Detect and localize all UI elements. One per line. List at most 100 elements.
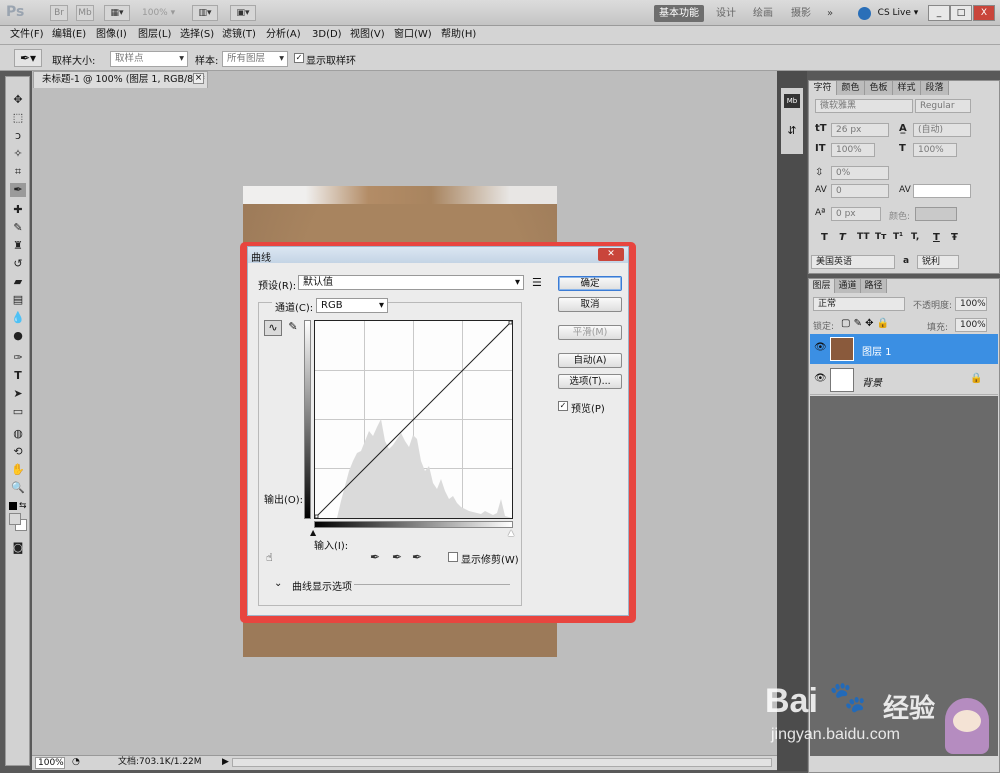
pen-tool-icon[interactable]: ✑	[10, 351, 26, 365]
dodge-tool-icon[interactable]: ●	[10, 329, 26, 343]
menu-image[interactable]: 图像(I)	[96, 28, 127, 42]
tracking-field[interactable]	[913, 184, 971, 198]
menu-analysis[interactable]: 分析(A)	[266, 28, 301, 42]
font-family-select[interactable]: 微软雅黑	[815, 99, 913, 113]
hand-tool-icon[interactable]: ✋	[10, 463, 26, 477]
tab-color[interactable]: 颜色	[837, 81, 865, 95]
on-image-adjust-icon[interactable]: ☝	[266, 551, 273, 564]
opacity-field[interactable]: 100%	[955, 297, 987, 311]
blur-tool-icon[interactable]: 💧	[10, 311, 26, 325]
tab-channels[interactable]: 通道	[835, 279, 861, 293]
menu-layer[interactable]: 图层(L)	[138, 28, 171, 42]
type-tool-icon[interactable]: T	[10, 369, 26, 383]
close-tab-icon[interactable]: ×	[193, 73, 204, 84]
close-button[interactable]: X	[973, 5, 995, 21]
black-eyedropper-icon[interactable]: ✒	[370, 550, 380, 564]
blend-mode-select[interactable]: 正常	[813, 297, 905, 311]
gradient-tool-icon[interactable]: ▤	[10, 293, 26, 307]
menu-edit[interactable]: 编辑(E)	[52, 28, 86, 42]
dialog-close-icon[interactable]: ✕	[598, 248, 624, 261]
document-tab[interactable]: 未标题-1 @ 100% (图层 1, RGB/8) * ×	[33, 71, 208, 88]
tab-swatches[interactable]: 色板	[865, 81, 893, 95]
marquee-tool-icon[interactable]: ⬚	[10, 111, 26, 125]
workspace-painting[interactable]: 绘画	[748, 5, 778, 22]
expand-options-icon[interactable]: ⌄	[274, 578, 282, 589]
horizontal-scale-field[interactable]: 100%	[913, 143, 957, 157]
minimize-button[interactable]: _	[928, 5, 950, 21]
gray-eyedropper-icon[interactable]: ✒	[392, 550, 402, 564]
healing-brush-tool-icon[interactable]: ✚	[10, 203, 26, 217]
menu-select[interactable]: 选择(S)	[180, 28, 214, 42]
eraser-tool-icon[interactable]: ▰	[10, 275, 26, 289]
mini-bridge-button[interactable]: Mb	[76, 5, 94, 21]
status-icon[interactable]: ◔	[72, 756, 80, 769]
fill-field[interactable]: 100%	[955, 318, 987, 332]
tab-layers[interactable]: 图层	[809, 279, 835, 293]
preset-options-icon[interactable]: ☰	[532, 276, 542, 289]
menu-help[interactable]: 帮助(H)	[441, 28, 476, 42]
clone-stamp-tool-icon[interactable]: ♜	[10, 239, 26, 253]
channel-select[interactable]: RGB ▾	[316, 298, 388, 313]
curve-display-options-label[interactable]: 曲线显示选项	[292, 578, 352, 593]
faux-italic-button[interactable]: T	[839, 232, 846, 243]
screen-mode-button[interactable]: ▣▾	[230, 5, 256, 21]
menu-filter[interactable]: 滤镜(T)	[222, 28, 256, 42]
menu-3d[interactable]: 3D(D)	[312, 28, 342, 42]
leading-field[interactable]: (自动)	[913, 123, 971, 137]
pencil-tool-icon[interactable]: ✎	[286, 320, 300, 336]
quick-mask-icon[interactable]: ◙	[10, 541, 26, 555]
workspace-design[interactable]: 设计	[712, 5, 740, 22]
ok-button[interactable]: 确定	[558, 276, 622, 291]
view-extras-button[interactable]: ▦▾	[104, 5, 130, 21]
superscript-button[interactable]: T¹	[893, 232, 903, 242]
text-color-swatch[interactable]	[915, 207, 957, 221]
sample-select[interactable]: 所有图层 ▾	[222, 51, 288, 67]
tab-styles[interactable]: 样式	[893, 81, 921, 95]
options-button[interactable]: 选项(T)...	[558, 374, 622, 389]
restore-button[interactable]: □	[950, 5, 972, 21]
black-point-slider[interactable]: ▲	[310, 528, 316, 537]
eye-icon[interactable]: 👁	[814, 373, 827, 384]
shape-tool-icon[interactable]: ▭	[10, 405, 26, 419]
bridge-button[interactable]: Br	[50, 5, 68, 21]
vertical-scale-field[interactable]: 100%	[831, 143, 875, 157]
brush-tool-icon[interactable]: ✎	[10, 221, 26, 235]
lock-icons[interactable]: ▢ ✎ ✥ 🔒	[841, 318, 889, 329]
workspace-essentials[interactable]: 基本功能	[654, 5, 704, 22]
foreground-color-swatch[interactable]	[9, 513, 21, 525]
anti-alias-select[interactable]: 锐利	[917, 255, 959, 269]
layer-row-1[interactable]: 👁 图层 1	[810, 334, 998, 364]
tab-paragraph[interactable]: 段落	[921, 81, 949, 95]
path-selection-tool-icon[interactable]: ➤	[10, 387, 26, 401]
baseline-shift-field[interactable]: 0 px	[831, 207, 881, 221]
white-eyedropper-icon[interactable]: ✒	[412, 550, 422, 564]
all-caps-button[interactable]: TT	[857, 232, 870, 242]
small-caps-button[interactable]: Tт	[875, 232, 886, 242]
arrange-documents-button[interactable]: ▥▾	[192, 5, 218, 21]
strikethrough-button[interactable]: Ŧ	[951, 232, 958, 243]
underline-button[interactable]: T	[933, 232, 940, 243]
eye-icon[interactable]: 👁	[814, 342, 827, 353]
zoom-tool-icon[interactable]: 🔍	[10, 481, 26, 495]
eyedropper-tool-icon[interactable]: ✒	[10, 183, 26, 197]
dialog-title-bar[interactable]: 曲线 ✕	[248, 247, 628, 264]
menu-window[interactable]: 窗口(W)	[394, 28, 432, 42]
magic-wand-tool-icon[interactable]: ✧	[10, 147, 26, 161]
tab-paths[interactable]: 路径	[861, 279, 887, 293]
layer-row-2[interactable]: 👁 背景 🔒	[810, 365, 998, 395]
show-ring-checkbox[interactable]: ✓	[294, 53, 304, 63]
kerning-field[interactable]: 0	[831, 184, 889, 198]
mini-bridge-icon[interactable]: Mb	[784, 94, 800, 108]
language-select[interactable]: 美国英语	[811, 255, 895, 269]
default-colors-icon[interactable]	[9, 502, 17, 510]
swap-colors-icon[interactable]: ⇆	[19, 501, 27, 511]
sample-size-select[interactable]: 取样点 ▾	[110, 51, 188, 67]
white-point-slider[interactable]: ▲	[508, 528, 514, 537]
preview-checkbox[interactable]: ✓	[558, 401, 568, 411]
tsume-field[interactable]: 0%	[831, 166, 889, 180]
lasso-tool-icon[interactable]: ↄ	[10, 129, 26, 143]
history-panel-icon[interactable]: ⇵	[784, 124, 800, 140]
font-size-field[interactable]: 26 px	[831, 123, 889, 137]
curves-graph[interactable]	[314, 320, 513, 519]
show-clipping-checkbox[interactable]	[448, 552, 458, 562]
